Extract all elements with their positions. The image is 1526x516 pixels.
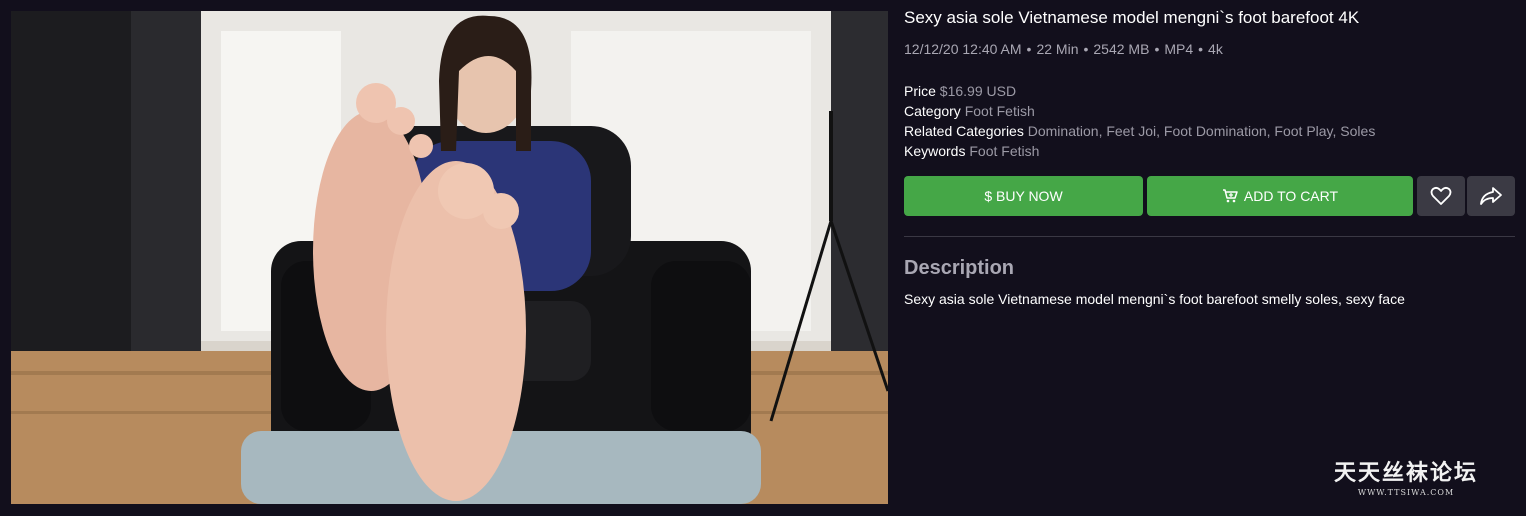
category-label: Category — [904, 103, 961, 119]
price-label: Price — [904, 83, 936, 99]
section-divider — [904, 236, 1515, 237]
related-categories-label: Related Categories — [904, 123, 1024, 139]
share-button[interactable] — [1467, 176, 1515, 216]
share-icon — [1480, 187, 1502, 205]
price-value: $16.99 USD — [939, 83, 1017, 99]
keywords-label: Keywords — [904, 143, 966, 159]
add-to-cart-label: ADD TO CART — [1243, 188, 1339, 204]
meta-format: MP4 — [1164, 41, 1194, 57]
keywords-row: Keywords Foot Fetish — [904, 141, 1375, 161]
category-link[interactable]: Foot Fetish — [965, 103, 1035, 119]
meta-separator: • — [1154, 41, 1160, 57]
favorite-button[interactable] — [1417, 176, 1465, 216]
product-title: Sexy asia sole Vietnamese model mengni`s… — [904, 8, 1360, 27]
meta-duration: 22 Min — [1036, 41, 1079, 57]
meta-separator: • — [1198, 41, 1204, 57]
watermark-url: WWW.TTSIWA.COM — [1357, 488, 1455, 497]
description-text: Sexy asia sole Vietnamese model mengni`s… — [904, 291, 1405, 307]
product-meta: 12/12/20 12:40 AM • 22 Min • 2542 MB • MP4 • 4k — [904, 41, 1223, 57]
description-heading: Description — [904, 257, 1015, 279]
meta-quality: 4k — [1208, 41, 1223, 57]
product-page: Sexy asia sole Vietnamese model mengni`s… — [0, 0, 1526, 516]
price-row: Price $16.99 USD — [904, 81, 1375, 101]
preview-scene — [11, 11, 888, 504]
product-details: Price $16.99 USD Category Foot Fetish Re… — [904, 81, 1375, 161]
buy-now-label: $ BUY NOW — [984, 188, 1063, 204]
keywords-link[interactable]: Foot Fetish — [969, 143, 1039, 159]
meta-date: 12/12/20 12:40 AM — [904, 41, 1022, 57]
meta-separator: • — [1026, 41, 1032, 57]
add-to-cart-button[interactable]: ADD TO CART — [1147, 176, 1413, 216]
heart-icon — [1430, 186, 1452, 205]
related-categories-row: Related Categories Domination, Feet Joi,… — [904, 121, 1375, 141]
related-categories-links[interactable]: Domination, Feet Joi, Foot Domination, F… — [1028, 123, 1376, 139]
watermark: 天天丝袜论坛 WWW.TTSIWA.COM — [1334, 455, 1478, 497]
product-preview-image[interactable] — [11, 11, 888, 504]
cart-icon — [1222, 189, 1238, 203]
watermark-chinese: 天天丝袜论坛 — [1334, 460, 1479, 486]
meta-separator: • — [1083, 41, 1089, 57]
buy-now-button[interactable]: $ BUY NOW — [904, 176, 1143, 216]
meta-size: 2542 MB — [1093, 41, 1150, 57]
category-row: Category Foot Fetish — [904, 101, 1375, 121]
